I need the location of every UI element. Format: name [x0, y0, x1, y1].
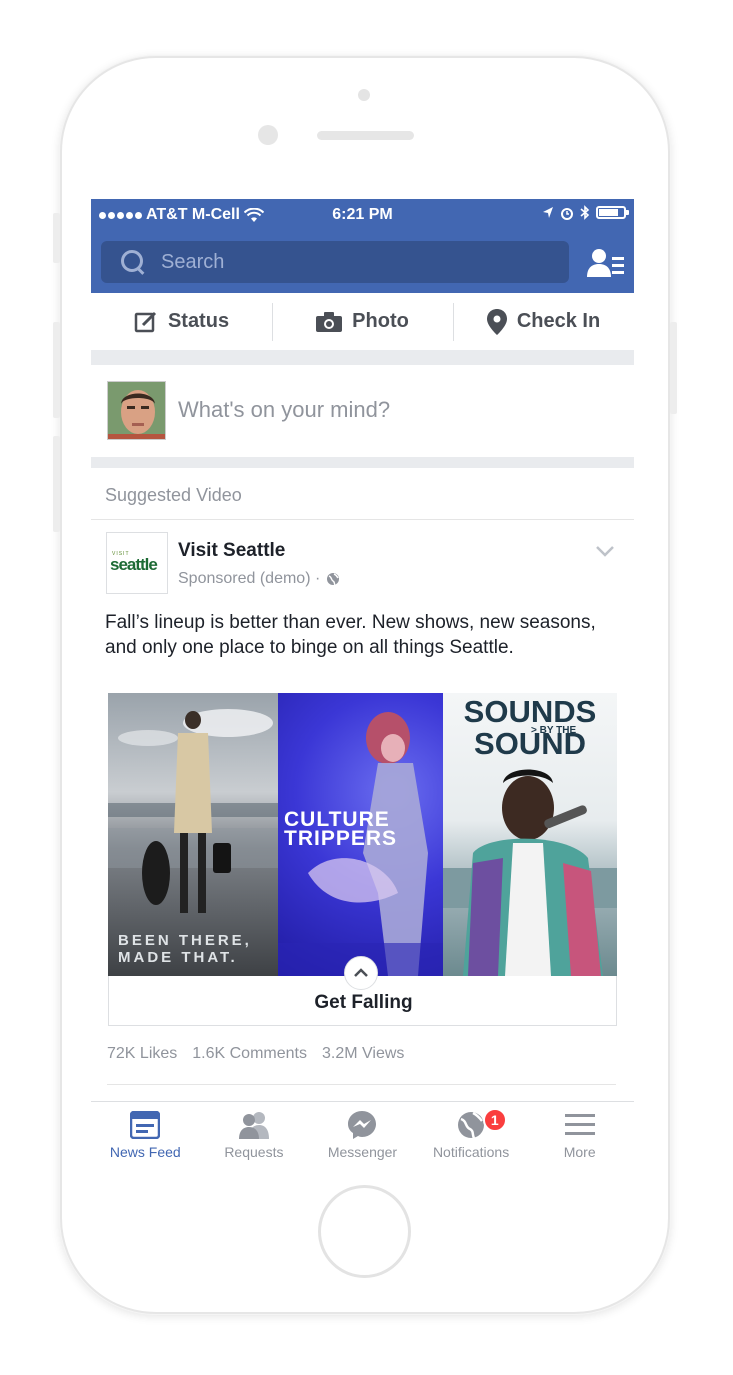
chevron-down-icon[interactable]: [595, 544, 615, 558]
location-pin-icon: [486, 308, 507, 335]
logo-text: seattle: [110, 555, 158, 574]
photo-button[interactable]: Photo: [272, 293, 453, 350]
search-placeholder: Search: [161, 250, 225, 273]
status-button[interactable]: Status: [91, 293, 272, 350]
earpiece-speaker: [317, 131, 414, 140]
hamburger-icon: [563, 1110, 597, 1140]
tab-label: More: [563, 1144, 596, 1160]
home-button[interactable]: [318, 1185, 411, 1278]
engagement-stats: 72K Likes 1.6K Comments 3.2M Views: [107, 1045, 404, 1063]
views-count: 3.2M Views: [321, 1045, 405, 1062]
panel-caption: BEEN THERE, MADE THAT.: [118, 932, 252, 966]
top-navigation: AT&T M-Cell 6:21 PM Search: [91, 199, 634, 293]
panel-subtitle: > BY THE: [531, 725, 577, 736]
sponsored-line: Sponsored (demo) ·: [178, 570, 340, 588]
alarm-icon: [561, 207, 573, 220]
news-feed-icon: [128, 1110, 162, 1140]
app-screen: AT&T M-Cell 6:21 PM Search Status Photo …: [91, 199, 634, 1165]
friend-list-icon[interactable]: [587, 247, 625, 279]
volume-up-button: [53, 322, 60, 418]
search-input[interactable]: Search: [101, 241, 569, 283]
page-logo[interactable]: VISIT seattle: [106, 532, 168, 594]
page-name-link[interactable]: Visit Seattle: [178, 540, 285, 562]
friend-requests-icon: [237, 1110, 271, 1140]
cta-label: Get Falling: [314, 992, 413, 1013]
panel-title: SOUNDS SOUND: [463, 694, 597, 761]
check-in-button[interactable]: Check In: [453, 293, 634, 350]
tab-label: Messenger: [327, 1144, 398, 1160]
composer-prompt: What's on your mind?: [178, 397, 391, 422]
notification-badge: 1: [482, 1108, 507, 1132]
tab-more[interactable]: More: [525, 1102, 634, 1165]
power-button: [670, 322, 677, 414]
volume-down-button: [53, 436, 60, 532]
post-text: Fall’s lineup is better than ever. New s…: [105, 612, 596, 658]
bluetooth-icon: [580, 205, 590, 220]
battery-icon: [596, 206, 629, 219]
tab-messenger[interactable]: Messenger: [308, 1102, 417, 1165]
location-arrow-icon: [543, 207, 553, 218]
section-label: Suggested Video: [105, 485, 242, 505]
composer-actions: Status Photo Check In: [91, 293, 634, 350]
sponsored-post: Suggested Video VISIT seattle Visit Seat…: [91, 468, 634, 1108]
photo-label: Photo: [352, 310, 409, 332]
composer-box[interactable]: What's on your mind?: [91, 365, 634, 457]
status-icons: [542, 205, 629, 220]
tab-label: Requests: [224, 1144, 284, 1160]
likes-count[interactable]: 72K Likes: [107, 1045, 177, 1063]
camera-icon: [316, 311, 343, 332]
avatar: [107, 381, 166, 440]
status-label: Status: [167, 310, 230, 332]
video-carousel[interactable]: BEEN THERE, MADE THAT. CULTURE TRIPPERS: [108, 693, 617, 976]
check-in-label: Check In: [516, 310, 601, 332]
status-bar: AT&T M-Cell 6:21 PM: [91, 199, 634, 231]
divider: [107, 1084, 616, 1085]
search-icon: [119, 248, 147, 276]
bottom-tab-bar: News Feed Requests Messenger Notificatio…: [91, 1101, 634, 1165]
messenger-icon: [345, 1110, 379, 1140]
edit-icon: [134, 311, 156, 332]
video-thumbnail[interactable]: BEEN THERE, MADE THAT.: [108, 693, 278, 976]
panel-caption: CULTURE TRIPPERS: [284, 808, 398, 850]
comments-count[interactable]: 1.6K Comments: [192, 1045, 307, 1063]
divider: [91, 519, 634, 520]
tab-notifications[interactable]: Notifications 1: [417, 1102, 526, 1165]
tab-label: News Feed: [109, 1144, 181, 1160]
tab-requests[interactable]: Requests: [200, 1102, 309, 1165]
chevron-up-icon: [354, 968, 368, 977]
video-thumbnail[interactable]: SOUNDS SOUND > BY THE: [443, 693, 617, 976]
tab-label: Notifications: [432, 1144, 510, 1160]
proximity-sensor: [358, 89, 370, 101]
video-thumbnail[interactable]: CULTURE TRIPPERS: [278, 693, 443, 976]
tab-news-feed[interactable]: News Feed: [91, 1102, 200, 1165]
sponsored-label: Sponsored (demo) ·: [178, 570, 321, 587]
globe-icon: [327, 573, 340, 586]
expand-button[interactable]: [344, 956, 378, 990]
front-camera: [258, 125, 278, 145]
mute-switch: [53, 213, 60, 263]
